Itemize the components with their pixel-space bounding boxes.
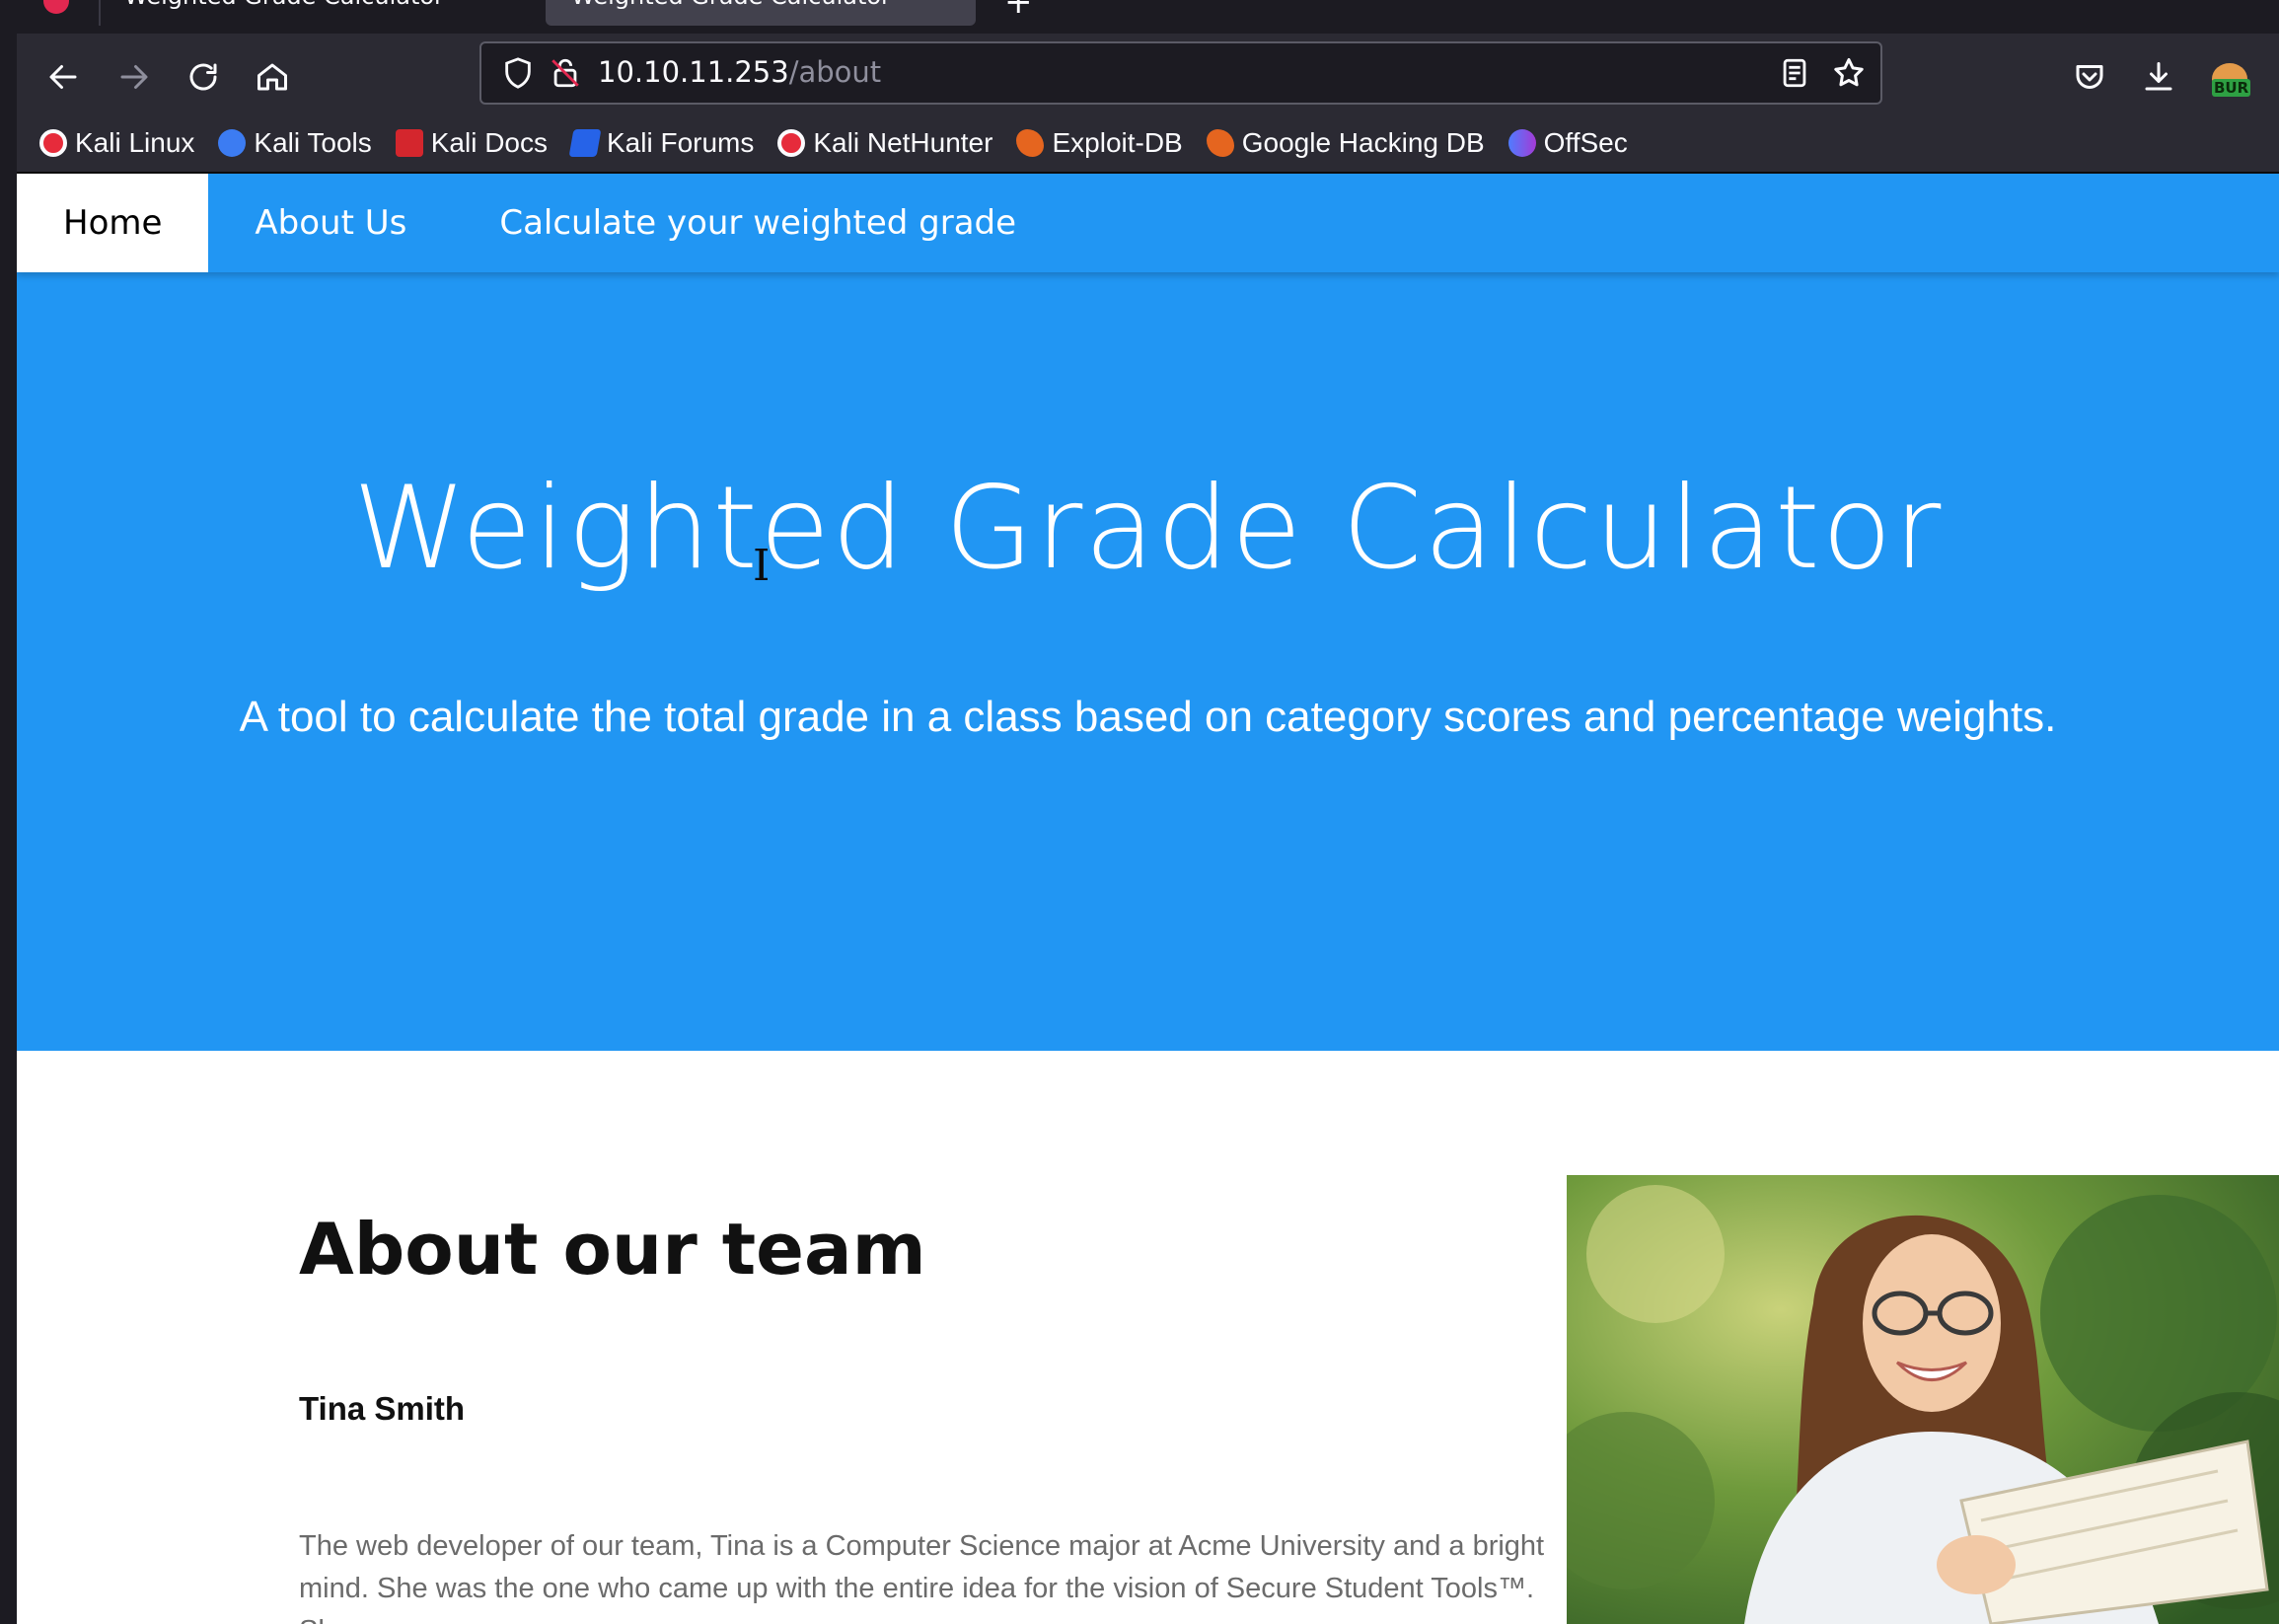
firefox-icon[interactable] [43, 0, 69, 14]
kali-dragon-icon [39, 129, 67, 157]
bookmark-label: Kali Docs [430, 127, 548, 158]
kali-docs-icon [395, 129, 423, 157]
bookmark-label: OffSec [1543, 127, 1628, 158]
web-page: Home About Us Calculate your weighted gr… [17, 174, 2279, 1624]
back-arrow-icon[interactable] [39, 53, 87, 101]
hero-title: Weighted Grade Calculator [352, 462, 1944, 595]
about-title: About our team [299, 1208, 926, 1291]
nav-link-home[interactable]: Home [17, 174, 209, 272]
bookmark-offsec[interactable]: OffSec [1507, 127, 1628, 159]
bookmark-kali-linux[interactable]: Kali Linux [39, 127, 194, 159]
url-host: 10.10.11.253 [598, 55, 789, 89]
hero-subtitle: A tool to calculate the total grade in a… [239, 693, 2057, 741]
pocket-icon[interactable] [2066, 53, 2113, 101]
nav-link-about-us[interactable]: About Us [208, 174, 453, 272]
nav-link-calculate[interactable]: Calculate your weighted grade [453, 174, 1063, 272]
window-edge [0, 0, 17, 1624]
kali-forums-icon [568, 129, 602, 157]
hero-section: Weighted Grade Calculator A tool to calc… [17, 272, 2279, 1051]
kali-tools-icon [218, 129, 247, 157]
bookmark-kali-nethunter[interactable]: Kali NetHunter [777, 127, 992, 159]
bookmark-label: Kali Tools [254, 127, 372, 158]
exploit-db-icon [1206, 129, 1234, 157]
text-cursor-icon: I [753, 541, 771, 591]
bookmark-label: Exploit-DB [1052, 127, 1183, 158]
tab-weighted-grade-1[interactable]: Weighted Grade Calculator [99, 0, 533, 26]
tab-weighted-grade-2[interactable]: Weighted Grade Calculator [546, 0, 976, 26]
download-icon[interactable] [2135, 53, 2182, 101]
site-nav: Home About Us Calculate your weighted gr… [17, 174, 2279, 272]
tab-separator [99, 0, 101, 26]
forward-arrow-icon[interactable] [110, 53, 158, 101]
bookmark-kali-forums[interactable]: Kali Forums [568, 127, 755, 159]
url-path: /about [788, 55, 882, 89]
bookmark-label: Kali NetHunter [813, 127, 993, 158]
bookmark-google-hacking-db[interactable]: Google Hacking DB [1206, 127, 1485, 159]
extension-badge: BUR [2212, 79, 2251, 97]
bookmark-star-icon[interactable] [1831, 55, 1867, 91]
url-text[interactable]: 10.10.11.253/about [598, 55, 881, 89]
reload-icon[interactable] [180, 53, 227, 101]
bookmark-kali-docs[interactable]: Kali Docs [395, 127, 548, 159]
bookmark-label: Kali Linux [75, 127, 195, 158]
insecure-lock-icon[interactable] [549, 56, 582, 90]
bookmark-label: Kali Forums [607, 127, 755, 158]
home-icon[interactable] [249, 53, 296, 101]
bookmark-label: Google Hacking DB [1241, 127, 1485, 158]
reader-view-icon[interactable] [1778, 56, 1811, 90]
member-name: Tina Smith [299, 1390, 466, 1427]
bookmark-exploit-db[interactable]: Exploit-DB [1016, 127, 1183, 159]
shield-icon[interactable] [501, 56, 535, 90]
url-bar[interactable]: 10.10.11.253/about [479, 41, 1882, 105]
tab-title: Weighted Grade Calculator [124, 0, 444, 10]
team-member-photo [1567, 1175, 2279, 1624]
bookmark-kali-tools[interactable]: Kali Tools [218, 127, 372, 159]
kali-dragon-icon [777, 129, 806, 157]
new-tab-plus-icon[interactable]: + [1004, 0, 1033, 22]
tab-bar: Weighted Grade Calculator Weighted Grade… [0, 0, 2279, 34]
bookmarks-toolbar: Kali Linux Kali Tools Kali Docs Kali For… [0, 114, 2279, 172]
offsec-icon [1507, 129, 1536, 157]
tab-title: Weighted Grade Calculator [571, 0, 891, 10]
exploit-db-icon [1016, 129, 1045, 157]
member-bio: The web developer of our team, Tina is a… [299, 1530, 1545, 1624]
